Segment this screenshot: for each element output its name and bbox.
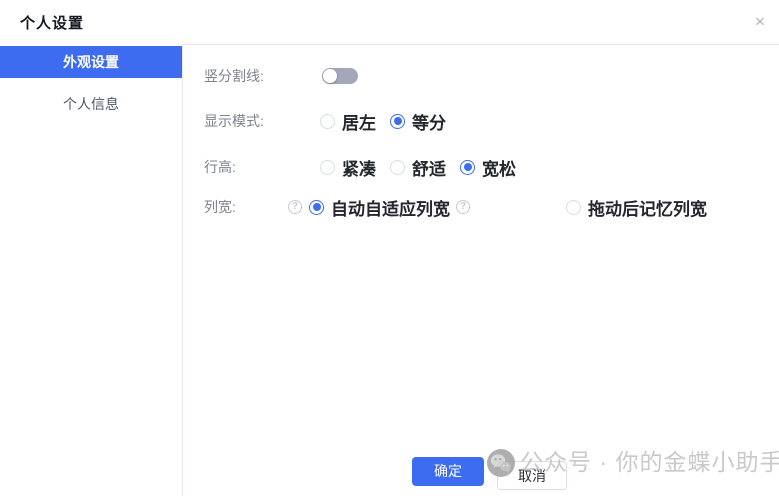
radio-option-label: 自动自适应列宽 [331, 199, 450, 219]
help-icon[interactable]: ? [456, 200, 470, 214]
column-width-label: 列宽: [204, 199, 236, 215]
column-width-row: 列宽: ? 自动自适应列宽 ? 拖动后记忆列宽 [183, 190, 779, 224]
radio-option-label: 居左 [342, 113, 376, 133]
display-mode-label: 显示模式: [204, 113, 264, 129]
radio-option-loose[interactable]: 宽松 [460, 155, 516, 180]
settings-sidebar: 外观设置 个人信息 [0, 44, 183, 496]
radio-option-label: 拖动后记忆列宽 [588, 199, 707, 219]
close-icon[interactable]: × [751, 13, 769, 31]
radio-icon[interactable] [566, 199, 581, 215]
page-title: 个人设置 [20, 15, 85, 32]
radio-option-align-left[interactable]: 居左 [320, 109, 376, 134]
radio-icon-checked[interactable] [309, 199, 324, 215]
sidebar-item-label: 外观设置 [63, 54, 119, 70]
radio-option-equal-split[interactable]: 等分 [390, 109, 446, 134]
radio-option-comfortable[interactable]: 舒适 [390, 155, 446, 180]
sidebar-item-appearance[interactable]: 外观设置 [0, 46, 182, 78]
radio-option-label: 等分 [412, 113, 446, 133]
help-icon[interactable]: ? [288, 200, 302, 214]
radio-option-compact[interactable]: 紧凑 [320, 155, 376, 180]
dialog-header: 个人设置 × [0, 0, 779, 45]
sidebar-item-label: 个人信息 [63, 96, 119, 112]
radio-option-label: 紧凑 [342, 159, 376, 179]
radio-option-auto-fit-width[interactable]: 自动自适应列宽 [309, 195, 450, 220]
divider-row: 竖分割线: [183, 59, 779, 93]
cancel-button[interactable]: 取消 [497, 461, 567, 490]
radio-icon-checked[interactable] [390, 113, 405, 129]
radio-option-remember-drag-width[interactable]: 拖动后记忆列宽 [566, 195, 707, 220]
radio-icon-checked[interactable] [460, 159, 475, 175]
divider-label: 竖分割线: [204, 68, 264, 84]
radio-icon[interactable] [320, 159, 335, 175]
confirm-button[interactable]: 确定 [412, 457, 484, 486]
display-mode-row: 显示模式: 居左 等分 [183, 104, 779, 138]
radio-icon[interactable] [390, 159, 405, 175]
row-height-row: 行高: 紧凑 舒适 宽松 [183, 150, 779, 184]
radio-option-label: 舒适 [412, 159, 446, 179]
sidebar-item-profile[interactable]: 个人信息 [0, 88, 182, 120]
radio-icon[interactable] [320, 113, 335, 129]
divider-toggle[interactable] [322, 68, 358, 84]
radio-option-label: 宽松 [482, 159, 516, 179]
row-height-label: 行高: [204, 159, 236, 175]
toggle-knob [323, 69, 337, 83]
